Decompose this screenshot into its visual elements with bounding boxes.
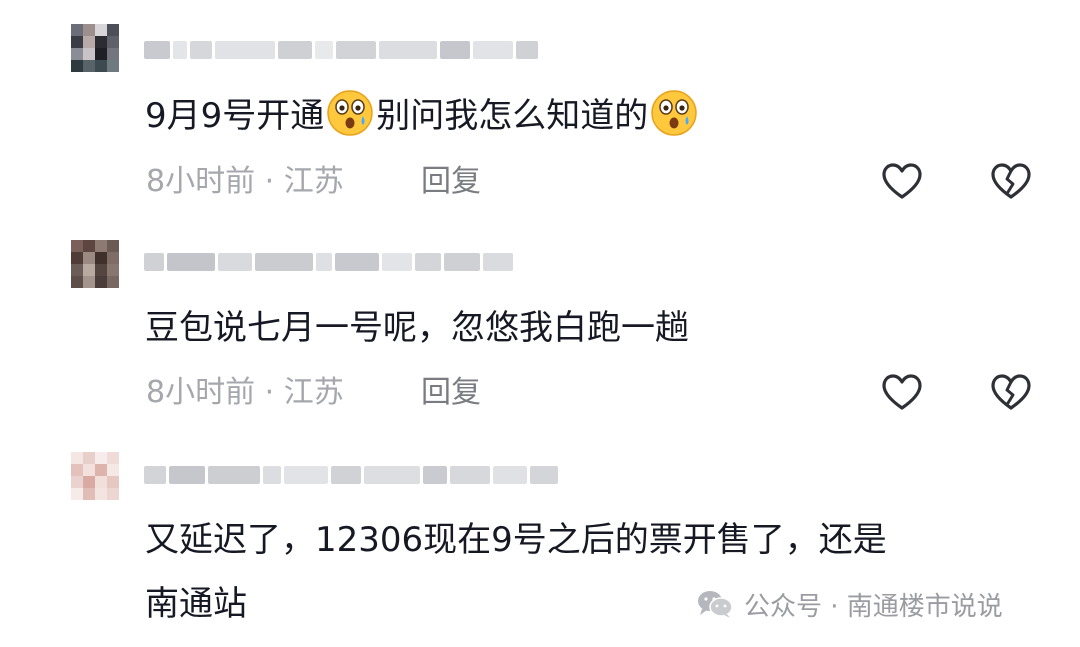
username-blurred[interactable] [144, 246, 513, 278]
comment-time-location: 8小时前 · 江苏 [146, 375, 344, 410]
watermark-label: 公众号 · 南通楼市说说 [744, 591, 1003, 622]
avatar[interactable] [71, 240, 119, 288]
reply-button[interactable]: 回复 [421, 373, 481, 413]
comment-text-line-2: 南通站 [145, 584, 247, 624]
astonished-face-emoji-icon [327, 90, 374, 136]
comment-text-line-1: 又延迟了，12306现在9号之后的票开售了，还是 [145, 520, 887, 560]
avatar[interactable] [71, 452, 119, 500]
watermark: 公众号 · 南通楼市说说 [696, 586, 1003, 622]
comment-text: 豆包说七月一号呢，忽悠我白跑一趟 [145, 308, 689, 348]
broken-heart-icon[interactable] [988, 370, 1034, 416]
avatar[interactable] [71, 24, 119, 72]
astonished-face-emoji-icon [651, 90, 698, 136]
comment-text-part1: 9月9号开通 [145, 96, 325, 136]
heart-outline-icon[interactable] [879, 159, 925, 205]
comment-time-location: 8小时前 · 江苏 [146, 164, 344, 199]
comment-text: 9月9号开通 别问我怎么知道的 [145, 88, 700, 144]
wechat-icon [698, 591, 733, 618]
comment-text-part2: 别问我怎么知道的 [376, 96, 649, 136]
broken-heart-icon[interactable] [988, 159, 1034, 205]
reply-button[interactable]: 回复 [421, 162, 481, 202]
username-blurred[interactable] [144, 459, 558, 491]
heart-outline-icon[interactable] [879, 370, 925, 416]
username-blurred[interactable] [144, 34, 538, 66]
